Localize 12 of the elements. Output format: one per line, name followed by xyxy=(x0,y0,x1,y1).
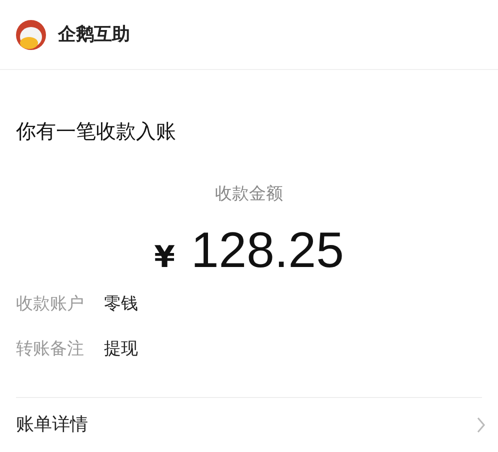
amount-label: 收款金额 xyxy=(215,183,283,206)
amount-value: 128.25 xyxy=(190,222,344,278)
logo-icon xyxy=(16,20,46,50)
chevron-right-icon xyxy=(476,416,486,434)
detail-label: 收款账户 xyxy=(16,292,84,316)
detail-label: 转账备注 xyxy=(16,338,84,362)
notice-title: 你有一笔收款入账 xyxy=(16,118,177,146)
currency-symbol: ¥ xyxy=(154,238,175,277)
bill-details-row[interactable]: 账单详情 xyxy=(0,398,498,452)
detail-value: 提现 xyxy=(104,338,138,362)
app-name: 企鹅互助 xyxy=(58,23,130,48)
detail-value: 零钱 xyxy=(104,292,138,316)
